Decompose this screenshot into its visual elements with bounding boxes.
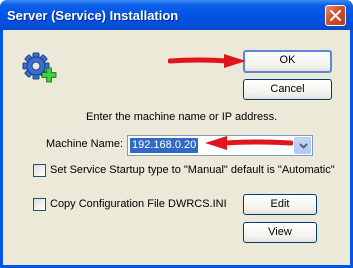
copy-config-label[interactable]: Copy Configuration File DWRCS.INI bbox=[50, 198, 227, 210]
chevron-down-icon bbox=[299, 143, 308, 149]
cancel-button[interactable]: Cancel bbox=[243, 79, 332, 100]
title-bar[interactable]: Server (Service) Installation bbox=[0, 0, 353, 30]
machine-name-combobox[interactable]: 192.168.0.20 bbox=[127, 135, 313, 156]
ok-button[interactable]: OK bbox=[243, 50, 332, 73]
view-button[interactable]: View bbox=[243, 222, 317, 243]
red-arrow-icon bbox=[168, 54, 246, 68]
machine-name-value[interactable]: 192.168.0.20 bbox=[130, 138, 199, 153]
startup-type-checkbox[interactable] bbox=[33, 164, 46, 177]
window-title: Server (Service) Installation bbox=[7, 8, 179, 23]
startup-type-label[interactable]: Set Service Startup type to "Manual" def… bbox=[50, 164, 335, 176]
prompt-text: Enter the machine name or IP address. bbox=[86, 111, 278, 123]
machine-name-label: Machine Name: bbox=[46, 138, 124, 150]
installation-dialog: Server (Service) Installation OK Cancel … bbox=[0, 0, 353, 268]
close-button[interactable] bbox=[325, 5, 346, 26]
close-icon bbox=[330, 10, 341, 21]
dialog-body: OK Cancel Enter the machine name or IP a… bbox=[3, 30, 350, 265]
copy-config-checkbox[interactable] bbox=[33, 198, 46, 211]
dropdown-button[interactable] bbox=[294, 137, 311, 154]
gear-add-icon bbox=[21, 52, 57, 87]
edit-button[interactable]: Edit bbox=[243, 194, 317, 215]
